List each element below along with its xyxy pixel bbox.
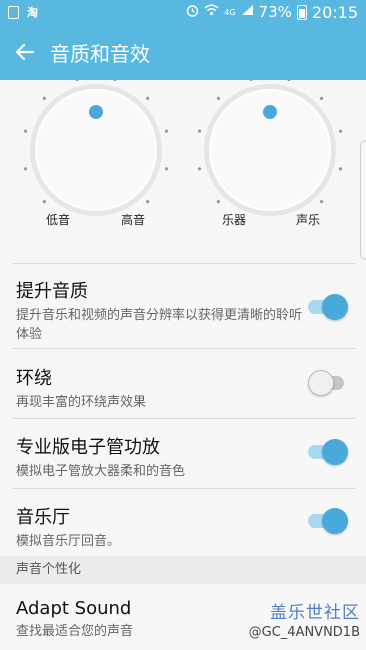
clock: 20:15 [311, 2, 358, 22]
dial-tick [216, 96, 220, 100]
treble-label: 高音 [121, 213, 146, 227]
battery-icon [296, 4, 307, 20]
dial-tick [164, 167, 169, 171]
arrow-left-icon [15, 43, 35, 61]
setting-title: 专业版电子管功放 [16, 437, 160, 458]
dial-tick [113, 80, 117, 82]
dial-tick [146, 96, 150, 100]
battery-percent: 73% [258, 3, 292, 21]
sim-card-icon [8, 5, 19, 19]
bass-treble-dial[interactable] [16, 80, 176, 230]
setting-subtitle: 提升音乐和视频的声音分辨率以获得更清晰的聆听体验 [16, 308, 303, 342]
dial-tick [42, 200, 46, 204]
dial-tick [75, 80, 79, 82]
dial-tick [287, 80, 291, 82]
concert-hall-toggle[interactable] [308, 508, 348, 534]
enhance-quality-toggle[interactable] [308, 294, 348, 320]
divider [12, 418, 356, 419]
status-bar: 淘 4G 73% 20:15 [0, 0, 366, 24]
dial-tick [23, 167, 28, 171]
dial-tick [216, 200, 220, 204]
tube-amp-toggle[interactable] [308, 439, 348, 465]
section-header: 声音个性化 [0, 556, 366, 584]
toggle-knob [322, 294, 348, 320]
divider [12, 348, 356, 349]
setting-subtitle: 模拟音乐厅回音。 [16, 534, 121, 549]
watermark-name: 盖乐世社区 [270, 603, 360, 623]
setting-surround[interactable]: 环绕 再现丰富的环绕声效果 [16, 364, 356, 412]
dial-tick [338, 129, 343, 133]
dial-tick [249, 80, 253, 82]
vocal-label: 声乐 [296, 213, 321, 227]
dial-tick [42, 96, 46, 100]
dial-tick [338, 167, 343, 171]
dial-tick [320, 96, 324, 100]
instrument-vocal-dial[interactable] [190, 80, 350, 230]
signal-icon [241, 4, 254, 20]
back-button[interactable] [0, 24, 50, 80]
setting-concert-hall[interactable]: 音乐厅 模拟音乐厅回音。 [16, 503, 356, 551]
taobao-notification-icon: 淘 [27, 6, 38, 19]
setting-title: 提升音质 [16, 281, 88, 302]
dial-tick [320, 200, 324, 204]
dial-knob[interactable] [89, 105, 103, 119]
toggle-knob [322, 508, 348, 534]
divider [12, 263, 356, 264]
divider [12, 488, 356, 489]
surround-toggle[interactable] [308, 370, 348, 396]
toggle-knob [322, 439, 348, 465]
edge-panel-handle[interactable] [360, 140, 366, 260]
network-type-label: 4G [224, 7, 236, 17]
dial-tick [197, 167, 202, 171]
setting-tube-amp[interactable]: 专业版电子管功放 模拟电子管放大器柔和的音色 [16, 433, 356, 481]
toggle-knob [308, 370, 334, 396]
setting-subtitle: 模拟电子管放大器柔和的音色 [16, 464, 186, 479]
page-title: 音质和音效 [50, 41, 150, 66]
dial-tick [164, 129, 169, 133]
app-bar: 音质和音效 [0, 24, 366, 80]
equalizer-dials: 低音 高音 乐器 声乐 [0, 80, 366, 260]
watermark: 盖乐世社区 @GC_4ANVND1B [249, 598, 360, 640]
dial-tick [23, 129, 28, 133]
setting-title: 音乐厅 [16, 507, 70, 528]
instrument-label: 乐器 [222, 213, 247, 227]
bass-label: 低音 [46, 213, 71, 227]
watermark-handle: @GC_4ANVND1B [248, 625, 360, 640]
alarm-icon [186, 4, 199, 21]
dial-knob[interactable] [263, 105, 277, 119]
setting-title: 环绕 [16, 368, 52, 389]
setting-enhance-quality[interactable]: 提升音质 提升音乐和视频的声音分辨率以获得更清晰的聆听体验 [16, 277, 356, 344]
dial-tick [197, 129, 202, 133]
dial-tick [146, 200, 150, 204]
setting-subtitle: 再现丰富的环绕声效果 [16, 395, 147, 410]
wifi-icon [204, 4, 219, 20]
